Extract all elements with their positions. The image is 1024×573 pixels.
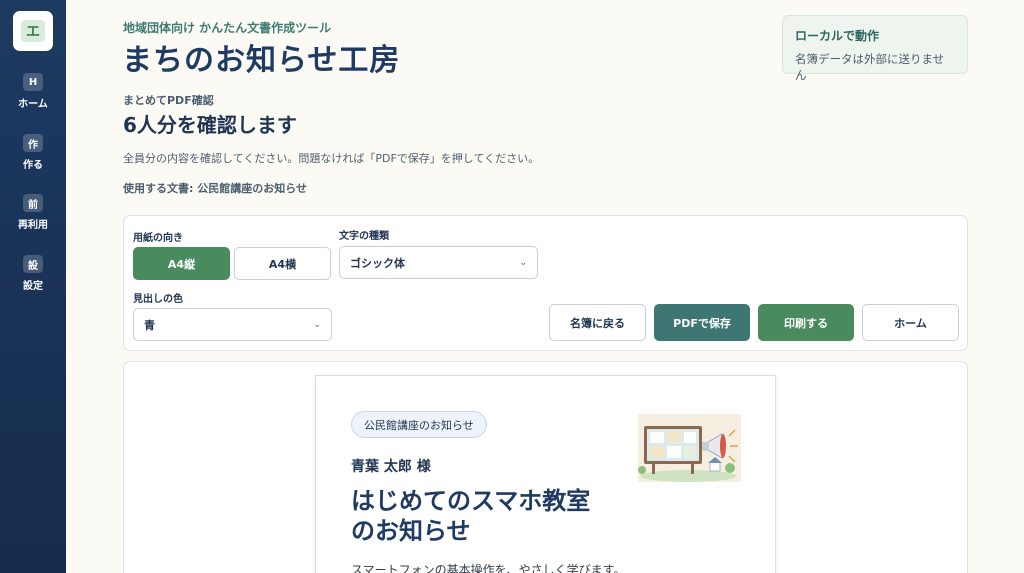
nav-label-create: 作る	[23, 160, 43, 171]
heading-color-label: 見出しの色	[133, 294, 183, 305]
landscape-button[interactable]: A4横	[234, 247, 331, 280]
font-select[interactable]: ゴシック体 ⌄	[339, 246, 538, 279]
chevron-down-icon: ⌄	[519, 257, 527, 268]
nav-item-create[interactable]: 作 作る	[0, 134, 66, 184]
app-title: まちのお知らせ工房	[122, 43, 401, 78]
section-title: 6人分を確認します	[123, 113, 297, 137]
logo-mark: エ	[21, 20, 45, 42]
notice-title: はじめてのスマホ教室 のお知らせ	[351, 486, 641, 546]
nav-item-settings[interactable]: 設 設定	[0, 255, 66, 305]
print-button[interactable]: 印刷する	[758, 304, 854, 341]
document-preview-page: 公民館講座のお知らせ 青葉 太郎 様 はじめてのスマホ教室 のお知らせ スマート…	[315, 375, 776, 573]
recipient-name: 青葉 太郎 様	[351, 459, 431, 475]
home-icon: H	[23, 73, 43, 91]
create-icon: 作	[23, 134, 43, 152]
back-to-roster-button[interactable]: 名簿に戻る	[549, 304, 646, 341]
sidebar: エ H ホーム 作 作る 前 再利用 設 設定	[0, 0, 66, 573]
notice-title-line-2: のお知らせ	[351, 517, 471, 545]
notice-body: スマートフォンの基本操作を、やさしく学びます。	[351, 563, 626, 573]
font-label: 文字の種類	[339, 231, 389, 242]
save-pdf-button[interactable]: PDFで保存	[654, 304, 750, 341]
category-badge: 公民館講座のお知らせ	[351, 411, 487, 438]
heading-color-select[interactable]: 青 ⌄	[133, 308, 332, 341]
nav-item-reuse[interactable]: 前 再利用	[0, 194, 66, 244]
local-mode-title: ローカルで動作	[795, 29, 880, 43]
nav-item-home[interactable]: H ホーム	[0, 73, 66, 123]
reuse-icon: 前	[23, 194, 43, 212]
notice-title-line-1: はじめてのスマホ教室	[351, 487, 591, 515]
app-logo[interactable]: エ	[13, 11, 53, 51]
options-panel: 用紙の向き A4縦 A4横 文字の種類 ゴシック体 ⌄ 見出しの色 青 ⌄ 名簿…	[123, 215, 968, 351]
portrait-button[interactable]: A4縦	[133, 247, 230, 280]
local-mode-notice: ローカルで動作 名簿データは外部に送りません	[782, 15, 968, 82]
nav-label-settings: 設定	[23, 281, 43, 292]
font-select-value: ゴシック体	[350, 256, 405, 270]
settings-icon: 設	[23, 255, 43, 273]
app-tagline: 地域団体向け かんたん文書作成ツール	[123, 21, 332, 35]
nav-label-home: ホーム	[18, 99, 48, 110]
section-label: まとめてPDF確認	[123, 94, 214, 107]
chevron-down-icon: ⌄	[313, 319, 321, 330]
illustration-graphic	[638, 414, 741, 482]
home-button[interactable]: ホーム	[862, 304, 959, 341]
section-description: 全員分の内容を確認してください。問題なければ「PDFで保存」を押してください。	[123, 152, 540, 165]
bulletin-board-illustration	[638, 414, 741, 482]
orientation-label: 用紙の向き	[133, 233, 183, 244]
nav-label-reuse: 再利用	[18, 220, 48, 231]
document-used: 使用する文書: 公民館講座のお知らせ	[123, 182, 308, 195]
heading-color-value: 青	[144, 318, 155, 332]
local-mode-subtext: 名簿データは外部に送りません	[795, 52, 945, 82]
